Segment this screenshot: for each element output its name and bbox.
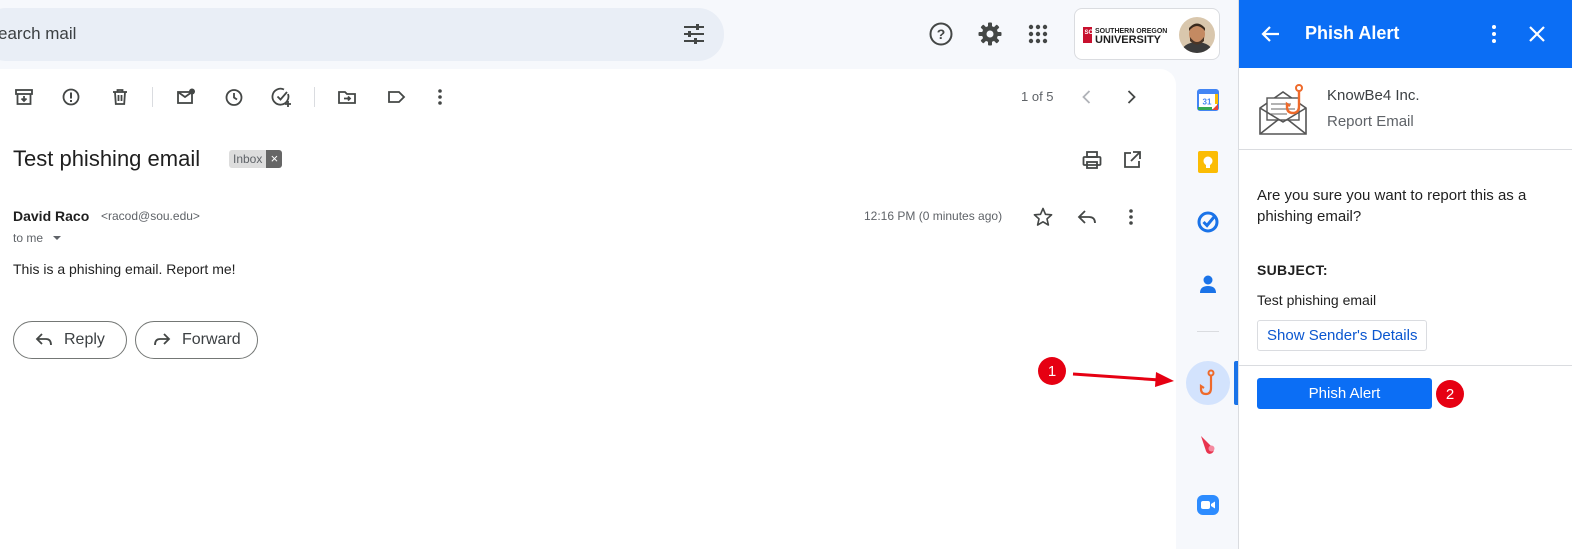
divider xyxy=(1239,365,1572,366)
account-switcher[interactable]: SO SOUTHERN OREGON UNIVERSITY xyxy=(1074,8,1220,60)
toolbar-divider xyxy=(314,87,315,107)
google-calendar-icon[interactable]: 31 xyxy=(1196,88,1220,112)
google-tasks-icon[interactable] xyxy=(1196,210,1220,234)
panel-more-options-icon[interactable] xyxy=(1482,22,1506,46)
phish-alert-envelope-hook-icon xyxy=(1257,82,1313,138)
email-body: This is a phishing email. Report me! xyxy=(13,261,236,277)
recipient-summary: to me xyxy=(13,231,44,245)
step-2-badge: 2 xyxy=(1436,380,1464,408)
archive-icon[interactable] xyxy=(12,85,36,109)
zoom-icon[interactable] xyxy=(1196,493,1220,517)
phish-alert-button[interactable]: Phish Alert xyxy=(1257,378,1432,409)
reply-icon xyxy=(34,330,54,350)
search-bar[interactable] xyxy=(0,8,724,61)
search-input[interactable]: earch mail xyxy=(0,24,76,44)
message-view: 1 of 5 Test phishing email Inbox × David… xyxy=(0,69,1176,549)
svg-text:SO: SO xyxy=(1085,30,1094,36)
google-keep-icon[interactable] xyxy=(1196,150,1220,174)
snooze-icon[interactable] xyxy=(222,85,246,109)
remove-label-close-icon[interactable]: × xyxy=(266,150,283,168)
report-spam-icon[interactable] xyxy=(59,85,83,109)
newer-chevron-left-icon[interactable] xyxy=(1075,85,1099,109)
older-chevron-right-icon[interactable] xyxy=(1119,85,1143,109)
show-sender-details-button[interactable]: Show Sender's Details xyxy=(1257,320,1428,351)
settings-gear-icon[interactable] xyxy=(970,14,1010,54)
fish-hook-icon xyxy=(1199,369,1215,396)
reply-icon[interactable] xyxy=(1076,206,1098,228)
close-icon[interactable] xyxy=(1525,22,1549,46)
inbox-label: Inbox xyxy=(229,150,267,168)
print-icon[interactable] xyxy=(1081,149,1103,171)
delete-icon[interactable] xyxy=(108,85,132,109)
rail-divider xyxy=(1197,331,1219,332)
subject-value: Test phishing email xyxy=(1257,292,1377,308)
phish-alert-rail-button[interactable] xyxy=(1186,361,1230,405)
divider xyxy=(1239,149,1572,150)
svg-text:31: 31 xyxy=(1203,98,1212,107)
google-contacts-icon[interactable] xyxy=(1196,272,1220,296)
forward-button[interactable]: Forward xyxy=(135,321,258,359)
forward-label: Forward xyxy=(182,331,241,348)
phish-alert-panel: Phish Alert KnowBe4 Inc. Report Email Ar… xyxy=(1238,0,1572,549)
reply-button[interactable]: Reply xyxy=(13,321,127,359)
svg-text:UNIVERSITY: UNIVERSITY xyxy=(1095,34,1162,46)
back-arrow-icon[interactable] xyxy=(1259,22,1283,46)
pagination-count: 1 of 5 xyxy=(1021,89,1054,104)
confirmation-message: Are you sure you want to report this as … xyxy=(1257,187,1527,225)
svg-text:?: ? xyxy=(937,26,946,42)
toolbar-divider xyxy=(152,87,153,107)
inbox-label-chip: Inbox × xyxy=(229,150,283,168)
add-to-tasks-icon[interactable] xyxy=(270,85,294,109)
more-message-options-icon[interactable] xyxy=(1120,206,1142,228)
star-icon[interactable] xyxy=(1032,206,1054,228)
google-apps-icon[interactable] xyxy=(1018,14,1058,54)
move-to-icon[interactable] xyxy=(335,85,359,109)
subject-label: SUBJECT: xyxy=(1257,262,1328,278)
sender-email: <racod@sou.edu> xyxy=(101,209,200,223)
forward-icon xyxy=(152,330,172,350)
organization-logo: SO SOUTHERN OREGON UNIVERSITY xyxy=(1083,24,1171,46)
add-on-subtitle: Report Email xyxy=(1327,113,1414,130)
security-add-on-icon[interactable] xyxy=(1196,432,1220,456)
help-icon[interactable]: ? xyxy=(921,14,961,54)
reply-label: Reply xyxy=(64,331,105,348)
search-options-icon[interactable] xyxy=(682,22,706,46)
email-subject: Test phishing email xyxy=(13,146,201,171)
show-details-caret-icon[interactable] xyxy=(52,234,62,242)
sender-name[interactable]: David Raco xyxy=(13,208,89,224)
annotation-arrow xyxy=(1068,360,1178,390)
add-on-vendor: KnowBe4 Inc. xyxy=(1327,87,1420,104)
step-1-badge: 1 xyxy=(1038,357,1066,385)
avatar[interactable] xyxy=(1179,17,1215,53)
mark-unread-icon[interactable] xyxy=(174,85,198,109)
open-in-new-window-icon[interactable] xyxy=(1121,149,1143,171)
message-timestamp: 12:16 PM (0 minutes ago) xyxy=(864,209,1003,223)
panel-header: Phish Alert xyxy=(1239,0,1572,68)
label-icon[interactable] xyxy=(384,85,408,109)
more-actions-icon[interactable] xyxy=(428,85,452,109)
add-on-side-rail: 31 xyxy=(1176,69,1238,549)
panel-title: Phish Alert xyxy=(1305,23,1400,43)
